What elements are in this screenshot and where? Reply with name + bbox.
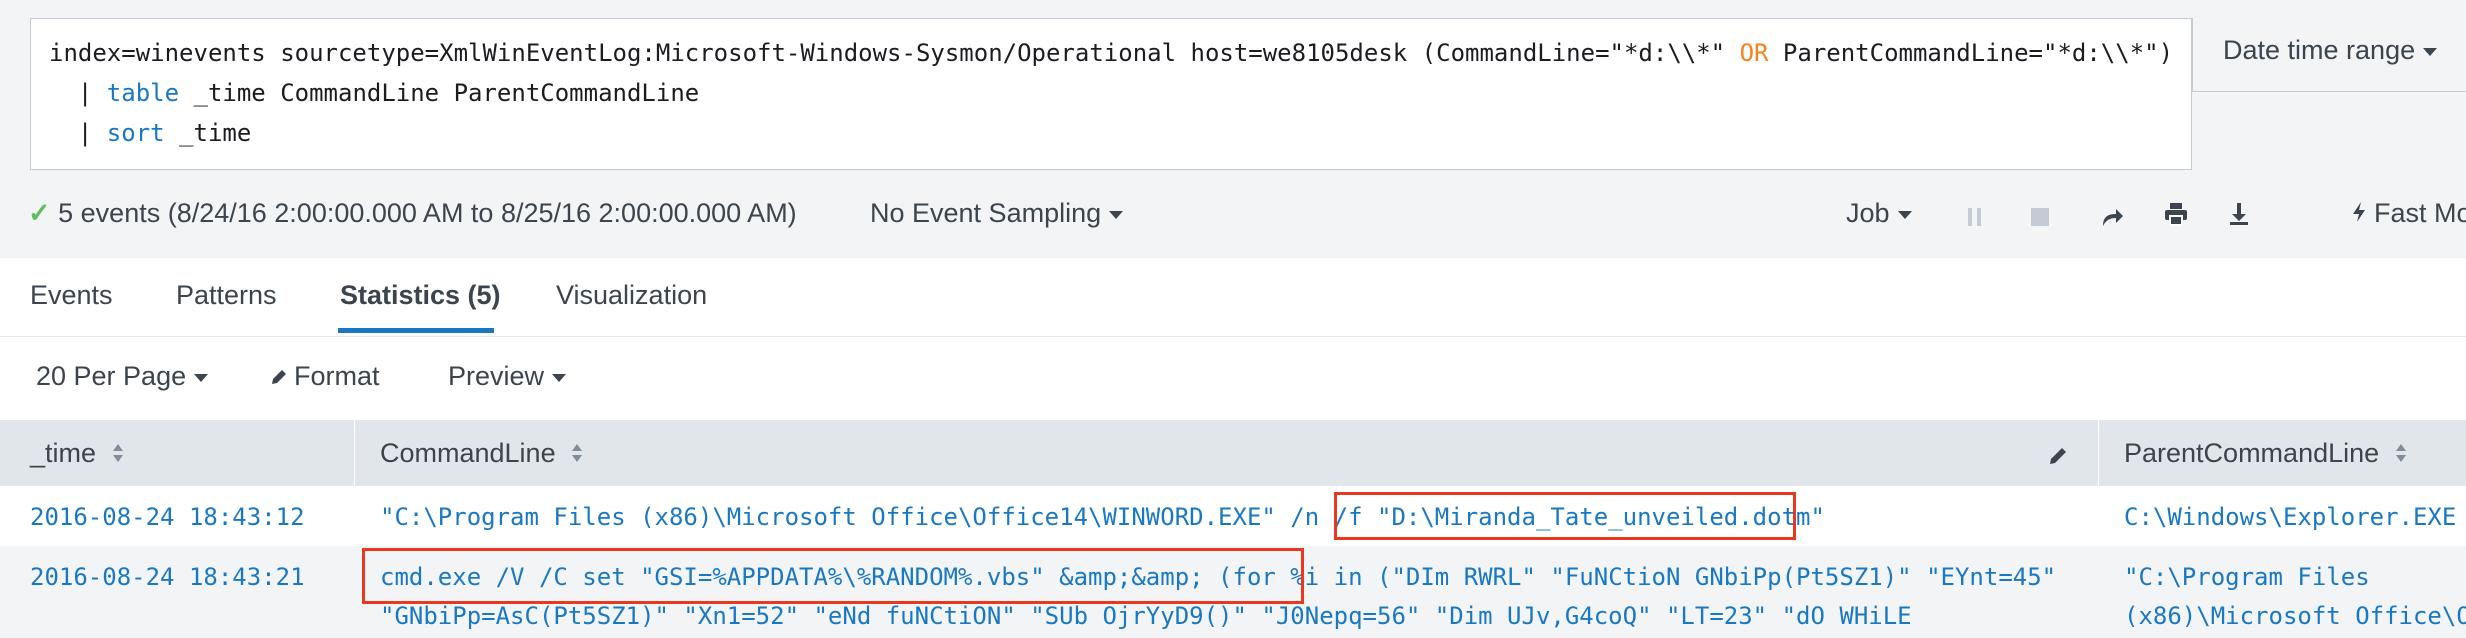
- event-count-text: 5 events (8/24/16 2:00:00.000 AM to 8/25…: [58, 198, 797, 228]
- cell-parentcommandline[interactable]: C:\Windows\Explorer.EXE: [2124, 503, 2456, 531]
- query-text: _time: [164, 119, 252, 147]
- cell-parentcommandline-continued: (x86)\Microsoft Office\Of: [2124, 602, 2466, 630]
- search-query-line-2: | table _time CommandLine ParentCommandL…: [49, 79, 699, 107]
- sort-icon: [571, 439, 583, 470]
- query-command-table: table: [106, 79, 180, 107]
- query-text: index=winevents sourcetype=XmlWinEventLo…: [49, 39, 1740, 67]
- share-icon[interactable]: [2100, 204, 2124, 235]
- cell-time[interactable]: 2016-08-24 18:43:12: [30, 503, 305, 531]
- query-text: ParentCommandLine="*d:\\*"): [1768, 39, 2174, 67]
- event-sampling-label: No Event Sampling: [870, 198, 1102, 228]
- commandline-text: in ("DIm RWRL" "FuNCtioN GNbiPp(Pt5SZ1)"…: [1319, 563, 2057, 591]
- preview-dropdown[interactable]: Preview: [448, 361, 567, 392]
- column-divider: [354, 420, 355, 486]
- per-page-label: 20 Per Page: [36, 361, 187, 391]
- query-or-keyword: OR: [1739, 39, 1769, 67]
- highlight-box: [362, 548, 1304, 604]
- lightning-icon: [2352, 199, 2366, 230]
- per-page-dropdown[interactable]: 20 Per Page: [36, 361, 209, 392]
- results-panel: Events Patterns Statistics (5) Visualiza…: [0, 258, 2466, 638]
- highlight-box: [1334, 492, 1796, 540]
- column-divider: [2098, 420, 2099, 486]
- search-query-editor[interactable]: index=winevents sourcetype=XmlWinEventLo…: [30, 18, 2192, 170]
- job-label: Job: [1846, 198, 1890, 228]
- column-header-label: _time: [30, 438, 97, 468]
- query-text: _time CommandLine ParentCommandLine: [179, 79, 700, 107]
- time-range-picker[interactable]: Date time range: [2192, 18, 2466, 92]
- column-header-time[interactable]: _time: [30, 438, 124, 470]
- tab-visualization[interactable]: Visualization: [556, 280, 707, 311]
- search-mode-label: Fast Mo: [2374, 198, 2466, 228]
- time-range-label: Date time range: [2223, 35, 2416, 65]
- pencil-icon[interactable]: [2048, 442, 2068, 473]
- format-button[interactable]: Format: [270, 361, 380, 393]
- job-menu-button[interactable]: Job: [1846, 198, 1912, 229]
- table-header: _time CommandLine ParentCommandLine: [0, 420, 2466, 486]
- chevron-down-icon: [194, 373, 209, 382]
- column-header-commandline[interactable]: CommandLine: [380, 438, 583, 470]
- tab-patterns[interactable]: Patterns: [176, 280, 277, 311]
- search-query-line-3: | sort _time: [49, 119, 251, 147]
- table-controls: 20 Per Page Format Preview: [0, 338, 2466, 420]
- column-header-label: ParentCommandLine: [2124, 438, 2380, 468]
- chevron-down-icon: [2423, 47, 2438, 56]
- search-query-line-1: index=winevents sourcetype=XmlWinEventLo…: [49, 39, 2173, 67]
- tab-statistics[interactable]: Statistics (5): [340, 280, 501, 311]
- pencil-icon: [270, 362, 288, 393]
- query-pipe: |: [49, 79, 107, 107]
- query-command-sort: sort: [106, 119, 165, 147]
- sort-icon: [112, 439, 124, 470]
- chevron-down-icon: [552, 373, 567, 382]
- search-status-bar: ✓ 5 events (8/24/16 2:00:00.000 AM to 8/…: [0, 190, 2466, 246]
- format-label: Format: [294, 361, 380, 391]
- chevron-down-icon: [1109, 210, 1124, 219]
- cell-parentcommandline[interactable]: "C:\Program Files: [2124, 563, 2370, 591]
- active-tab-indicator: [338, 328, 494, 333]
- table-row: 2016-08-24 18:43:12 "C:\Program Files (x…: [0, 486, 2466, 546]
- query-pipe: |: [49, 119, 107, 147]
- print-icon[interactable]: [2164, 202, 2188, 233]
- column-header-parentcommandline[interactable]: ParentCommandLine: [2124, 438, 2407, 470]
- download-icon[interactable]: [2228, 202, 2250, 233]
- search-mode-dropdown[interactable]: Fast Mo: [2352, 198, 2466, 230]
- column-header-label: CommandLine: [380, 438, 556, 468]
- pause-icon[interactable]: [1966, 204, 1984, 235]
- cell-commandline-continued: "GNbiPp=AsC(Pt5SZ1)" "Xn1=52" "eNd fuNCt…: [380, 602, 1912, 630]
- preview-label: Preview: [448, 361, 545, 391]
- table-row: 2016-08-24 18:43:21 cmd.exe /V /C set "G…: [0, 546, 2466, 638]
- event-count-status: ✓ 5 events (8/24/16 2:00:00.000 AM to 8/…: [28, 198, 797, 229]
- commandline-text: "C:\Program Files (x86)\Microsoft Office…: [380, 503, 1377, 531]
- cell-time[interactable]: 2016-08-24 18:43:21: [30, 563, 305, 591]
- event-sampling-dropdown[interactable]: No Event Sampling: [870, 198, 1124, 229]
- sort-icon: [2395, 439, 2407, 470]
- stop-icon[interactable]: [2030, 204, 2050, 235]
- results-tab-bar: Events Patterns Statistics (5) Visualiza…: [0, 258, 2466, 337]
- chevron-down-icon: [1897, 210, 1912, 219]
- tab-events[interactable]: Events: [30, 280, 113, 311]
- checkmark-icon: ✓: [28, 198, 51, 228]
